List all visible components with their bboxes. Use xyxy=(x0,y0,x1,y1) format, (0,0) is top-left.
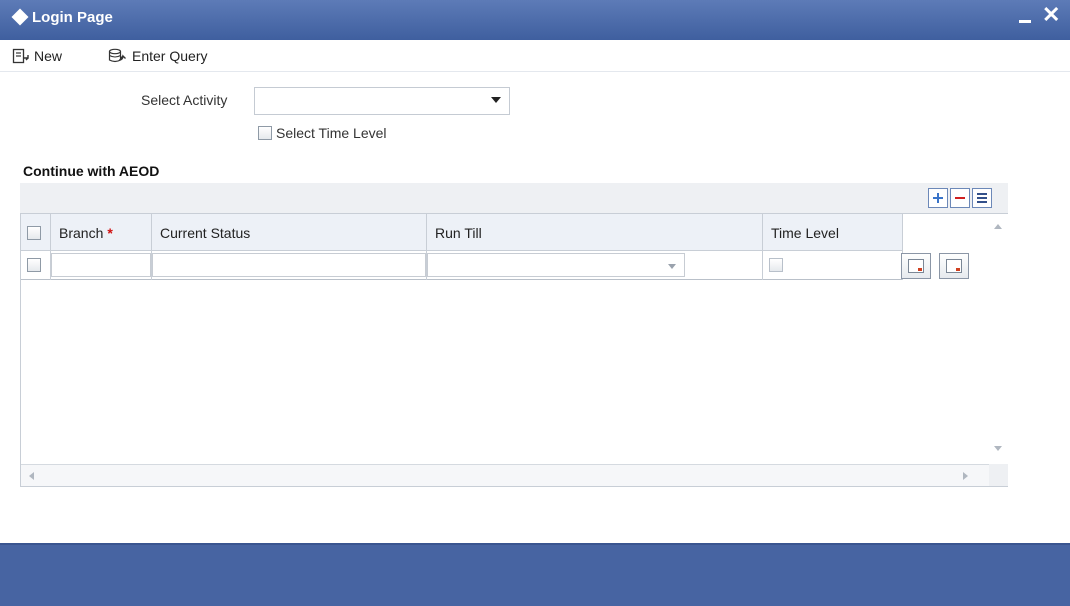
run-till-cell xyxy=(427,251,763,280)
scroll-down-icon[interactable] xyxy=(994,446,1002,451)
select-all-checkbox[interactable] xyxy=(27,225,41,240)
column-header-branch: Branch * xyxy=(51,214,152,251)
column-header-current-status: Current Status xyxy=(152,214,427,251)
select-time-level-checkbox[interactable] xyxy=(258,126,272,140)
branch-header-label: Branch xyxy=(59,224,104,241)
single-view-icon[interactable] xyxy=(972,188,992,208)
scroll-up-icon[interactable] xyxy=(994,224,1002,229)
chevron-down-icon xyxy=(491,97,501,103)
time-level-cell xyxy=(763,251,903,280)
required-indicator: * xyxy=(107,224,113,241)
current-status-input[interactable] xyxy=(152,253,426,277)
column-header-time-level: Time Level xyxy=(763,214,903,251)
aeod-grid-container: Branch * Current Status Run Till Time Le… xyxy=(20,183,1008,487)
detail-icon xyxy=(908,259,924,273)
select-all-cell xyxy=(21,214,51,251)
window-title: Login Page xyxy=(32,9,113,26)
branch-cell xyxy=(51,251,152,280)
row-detail-button-1[interactable] xyxy=(901,253,931,279)
minimize-button[interactable] xyxy=(1015,8,1037,28)
new-button[interactable]: New xyxy=(12,46,62,66)
row-select-checkbox[interactable] xyxy=(27,258,41,272)
time-level-checkbox[interactable] xyxy=(769,258,783,272)
chevron-down-icon xyxy=(668,264,676,269)
window-titlebar: Login Page ✕ xyxy=(0,0,1070,40)
detail-icon xyxy=(946,259,962,273)
enter-query-button[interactable]: Enter Query xyxy=(108,46,207,66)
scroll-right-icon[interactable] xyxy=(963,472,968,480)
branch-input[interactable] xyxy=(51,253,151,277)
close-button[interactable]: ✕ xyxy=(1042,4,1060,26)
run-till-dropdown[interactable] xyxy=(427,253,685,277)
main-panel: Select Activity Select Time Level Contin… xyxy=(8,73,1070,543)
vertical-scrollbar[interactable] xyxy=(989,214,1008,464)
scrollbar-corner xyxy=(989,464,1008,486)
row-detail-button-2[interactable] xyxy=(939,253,969,279)
column-header-run-till: Run Till xyxy=(427,214,763,251)
horizontal-scrollbar[interactable] xyxy=(21,464,989,486)
grid-toolbar xyxy=(20,183,1008,213)
section-title: Continue with AEOD xyxy=(23,163,160,179)
select-time-level-label: Select Time Level xyxy=(276,125,387,141)
grid-header: Branch * Current Status Run Till Time Le… xyxy=(21,214,903,251)
table-row xyxy=(21,251,903,280)
current-status-cell xyxy=(152,251,427,280)
diamond-icon xyxy=(11,8,29,26)
enter-query-icon xyxy=(108,48,126,63)
add-row-icon[interactable] xyxy=(928,188,948,208)
aeod-grid: Branch * Current Status Run Till Time Le… xyxy=(20,213,1008,487)
select-activity-dropdown[interactable] xyxy=(254,87,510,115)
enter-query-label: Enter Query xyxy=(132,48,208,64)
select-activity-label: Select Activity xyxy=(141,92,228,108)
delete-row-icon[interactable] xyxy=(950,188,970,208)
scroll-left-icon[interactable] xyxy=(29,472,34,480)
toolbar: New Enter Query xyxy=(0,40,1070,72)
new-record-icon xyxy=(12,48,29,64)
row-select-cell xyxy=(21,251,51,280)
footer-bar xyxy=(0,543,1070,606)
new-button-label: New xyxy=(34,48,63,64)
